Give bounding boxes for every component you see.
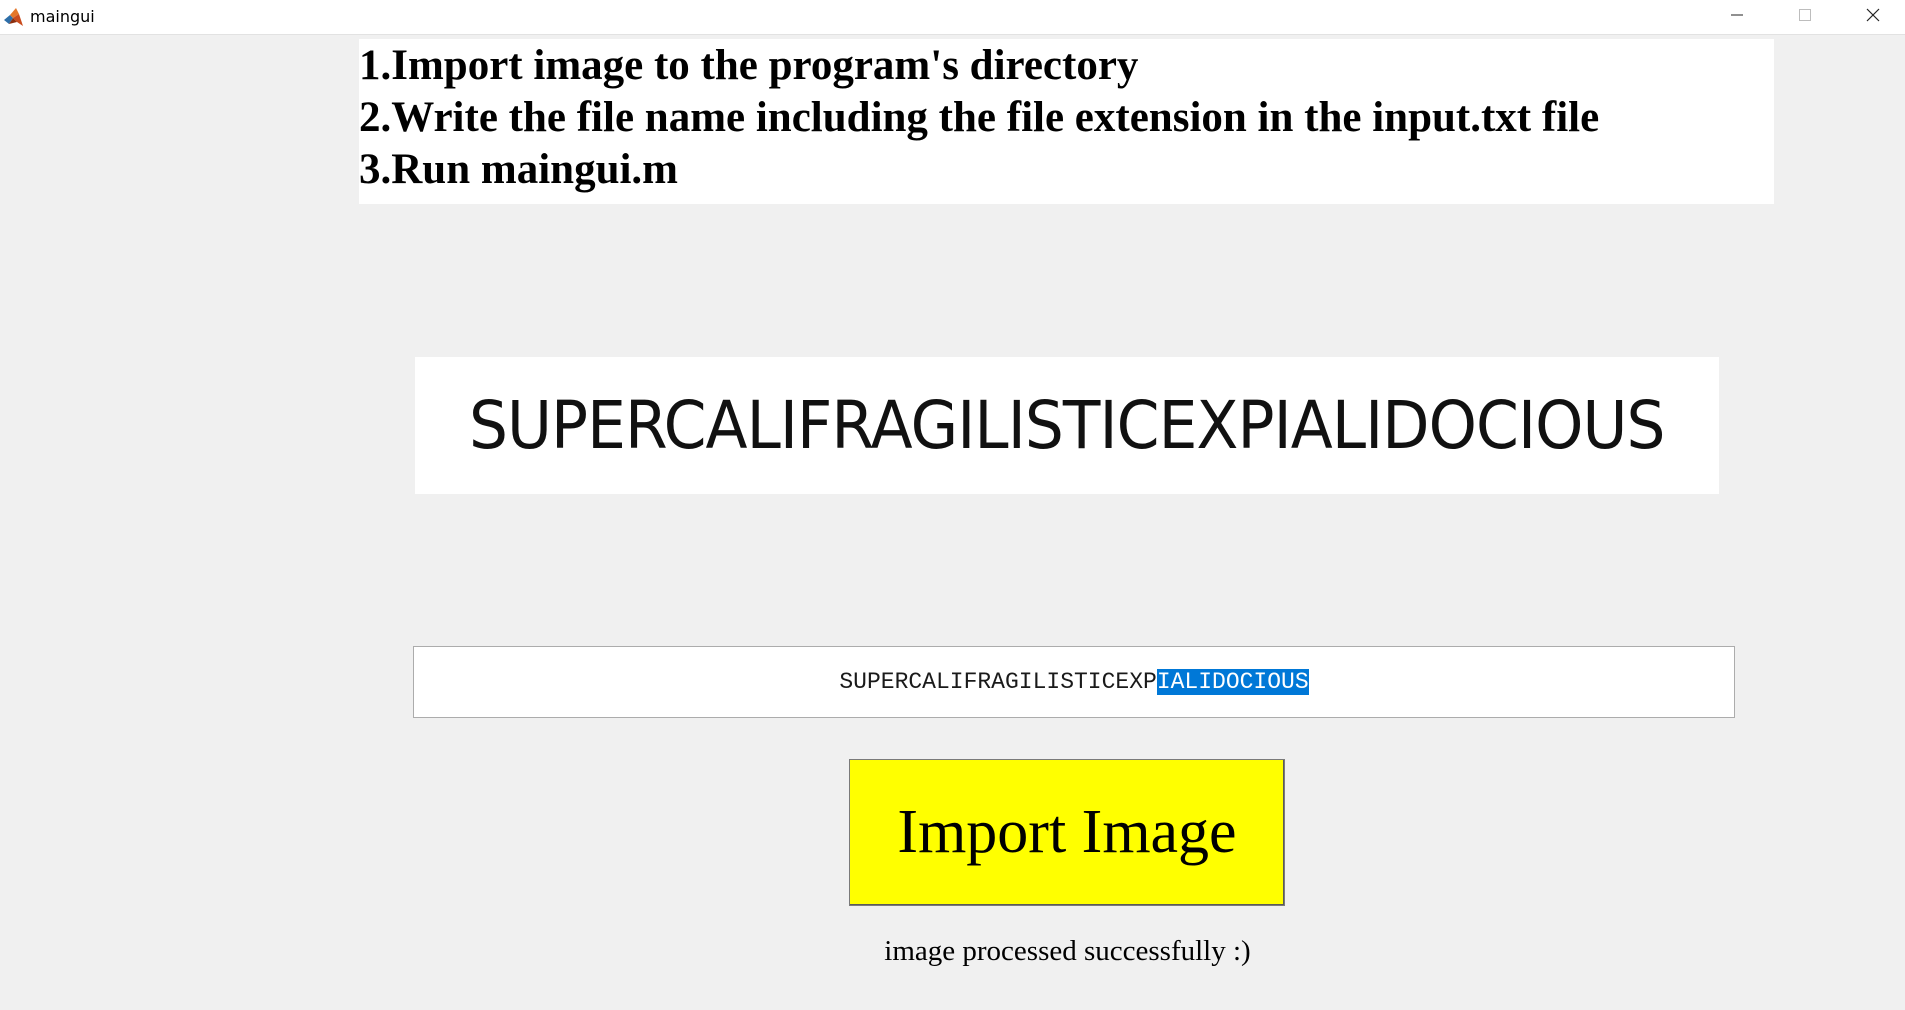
image-word: SUPERCALIFRAGILISTICEXPIALIDOCIOUS	[469, 387, 1665, 464]
image-display-axes: SUPERCALIFRAGILISTICEXPIALIDOCIOUS	[415, 357, 1719, 494]
result-text-selected: IALIDOCIOUS	[1156, 669, 1309, 695]
maximize-button[interactable]	[1771, 0, 1839, 34]
result-text: SUPERCALIFRAGILISTICEXPIALIDOCIOUS	[839, 669, 1309, 695]
result-text-field[interactable]: SUPERCALIFRAGILISTICEXPIALIDOCIOUS	[413, 646, 1735, 718]
result-text-unselected: SUPERCALIFRAGILISTICEXP	[839, 669, 1157, 695]
import-image-button[interactable]: Import Image	[849, 759, 1285, 906]
title-bar[interactable]: maingui	[0, 0, 1905, 35]
minimize-icon	[1730, 8, 1744, 27]
matlab-icon	[3, 6, 24, 27]
maximize-icon	[1798, 8, 1812, 27]
window-title: maingui	[30, 7, 95, 26]
instruction-line-2: 2.Write the file name including the file…	[359, 94, 1600, 141]
instruction-line-3: 3.Run maingui.m	[359, 146, 678, 193]
main-window: maingui 1.Import image to the program's …	[0, 0, 1905, 1010]
status-text: image processed successfully :)	[884, 935, 1251, 967]
close-icon	[1865, 7, 1881, 28]
minimize-button[interactable]	[1703, 0, 1771, 34]
close-button[interactable]	[1839, 0, 1905, 34]
instructions-panel: 1.Import image to the program's director…	[359, 39, 1774, 204]
instruction-line-1: 1.Import image to the program's director…	[359, 42, 1139, 89]
